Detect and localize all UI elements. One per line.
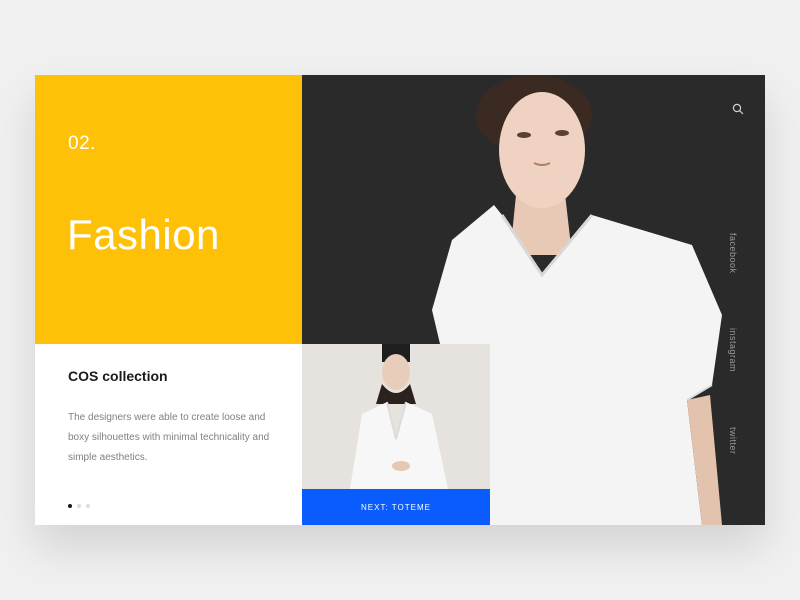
search-icon[interactable]: [732, 103, 744, 115]
section-title: Fashion: [67, 211, 220, 258]
pagination-dot-2[interactable]: [77, 504, 81, 508]
pagination-dot-1[interactable]: [68, 504, 72, 508]
pagination-dot-3[interactable]: [86, 504, 90, 508]
next-button[interactable]: NEXT: TOTEME: [302, 489, 490, 525]
collection-description: The designers were able to create loose …: [68, 412, 270, 463]
twitter-link[interactable]: twitter: [728, 427, 738, 455]
collection-info: COS collection The designers were able t…: [35, 344, 302, 525]
slide-card: 02. Fashion COS collection The designers…: [35, 75, 765, 525]
collection-title: COS collection: [68, 368, 168, 384]
next-collection-card[interactable]: NEXT: TOTEME: [302, 344, 490, 525]
section-number: 02.: [68, 133, 96, 154]
title-panel: 02. Fashion: [35, 75, 302, 344]
facebook-link[interactable]: facebook: [728, 233, 738, 274]
next-collection-image: [302, 344, 490, 489]
pagination-dots: [68, 504, 90, 508]
instagram-link[interactable]: instagram: [728, 328, 738, 372]
